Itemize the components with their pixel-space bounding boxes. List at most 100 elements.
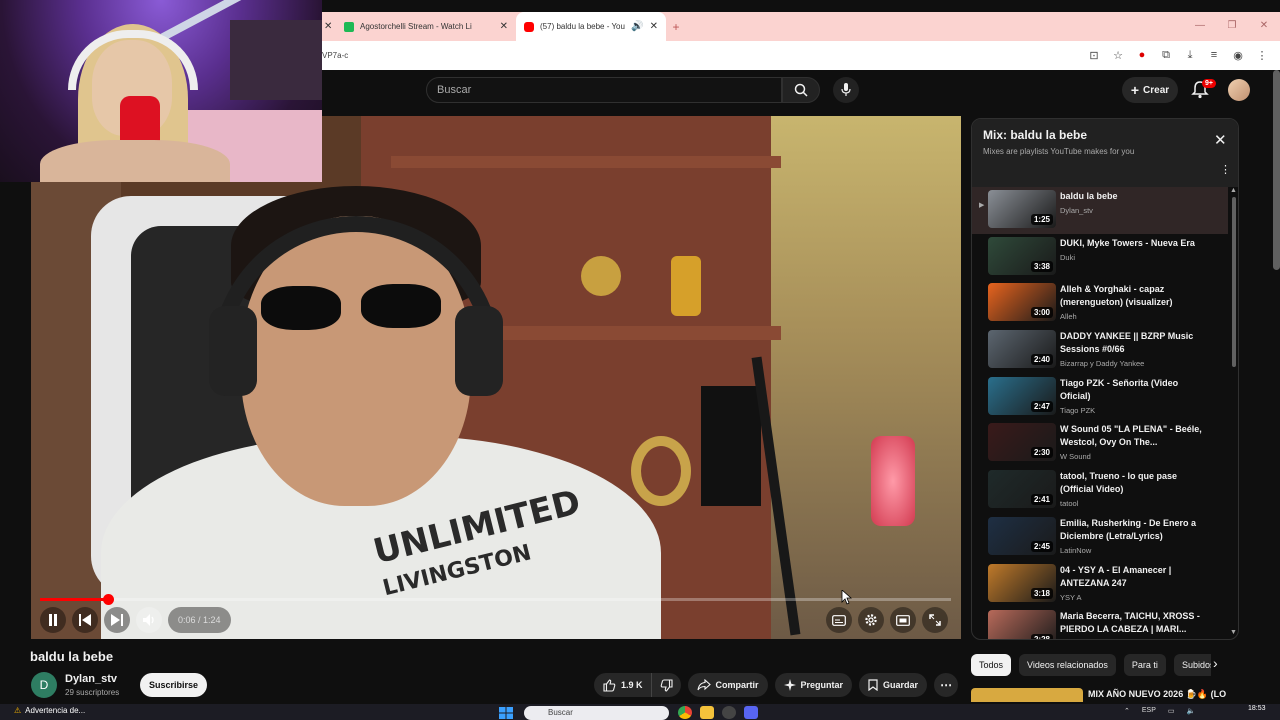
close-icon[interactable]: ✕	[1214, 133, 1227, 148]
filter-chip[interactable]: Subidos	[1173, 654, 1211, 676]
mix-item-thumbnail[interactable]: 2:47	[988, 376, 1056, 415]
mix-item-title[interactable]: DUKI, Myke Towers - Nueva Era	[1060, 237, 1210, 250]
filter-chip[interactable]: Todos	[971, 654, 1012, 676]
obs-icon[interactable]	[722, 706, 736, 719]
windows-start-icon[interactable]	[499, 707, 513, 719]
mix-item[interactable]: ▶ 1:25 baldu la bebe Dylan_stv	[972, 187, 1228, 234]
tab-agostorchelli[interactable]: Agostorchelli Stream - Watch Li ✕	[336, 12, 516, 41]
mix-item-title[interactable]: baldu la bebe	[1060, 190, 1210, 203]
save-button[interactable]: Guardar	[859, 673, 928, 697]
page-scrollbar[interactable]	[1273, 70, 1280, 270]
create-button[interactable]: + Crear	[1122, 77, 1178, 103]
subscribe-button[interactable]: Suscribirse	[140, 673, 207, 697]
menu-kebab-icon[interactable]: ⋮	[1250, 49, 1274, 62]
mix-item[interactable]: 2:30 W Sound 05 "LA PLENA" - Beéle, Westc…	[972, 420, 1228, 467]
mix-item[interactable]: 3:18 04 - YSY A - El Amanecer | ANTEZANA …	[972, 561, 1228, 608]
mix-item[interactable]: 2:40 DADDY YANKEE || BZRP Music Sessions …	[972, 327, 1228, 374]
subtitles-button[interactable]	[826, 607, 852, 633]
sound-icon[interactable]: 🔈	[1187, 707, 1196, 715]
chevron-up-icon[interactable]: ⌃	[1124, 707, 1130, 715]
mix-item-thumbnail[interactable]: 2:30	[988, 423, 1056, 462]
mix-item[interactable]: 2:41 tatool, Trueno - lo que pase (Offici…	[972, 467, 1228, 514]
like-button[interactable]: 1.9 K	[594, 673, 651, 697]
close-icon[interactable]: ✕	[650, 21, 658, 32]
related-video-title[interactable]: MIX AÑO NUEVO 2026 🍺🔥 (LO	[1088, 689, 1226, 700]
theater-mode-button[interactable]	[890, 607, 916, 633]
url-text[interactable]: VP7a-c	[322, 51, 1082, 60]
ask-button[interactable]: Preguntar	[774, 673, 853, 697]
chrome-icon[interactable]	[678, 706, 692, 719]
minimize-icon[interactable]: —	[1184, 12, 1216, 41]
new-tab-button[interactable]: +	[666, 20, 686, 34]
video-player[interactable]: UNLIMITED LIVINGSTON	[31, 116, 961, 639]
mix-item-thumbnail[interactable]: 2:40	[988, 330, 1056, 369]
mix-item[interactable]: 2:45 Emilia, Rusherking - De Enero a Dici…	[972, 514, 1228, 561]
mix-item-thumbnail[interactable]: 1:25	[988, 190, 1056, 228]
taskbar-clock[interactable]: 18:53	[1248, 705, 1266, 712]
mix-item-title[interactable]: Emilia, Rusherking - De Enero a Diciembr…	[1060, 517, 1210, 543]
channel-avatar[interactable]: D	[31, 672, 57, 698]
mix-item-thumbnail[interactable]: 3:00	[988, 283, 1056, 322]
file-explorer-icon[interactable]	[700, 706, 714, 719]
network-icon[interactable]: ▭	[1168, 707, 1175, 715]
mix-item[interactable]: 2:47 Tiago PZK - Señorita (Video Oficial)…	[972, 374, 1228, 421]
pause-button[interactable]	[40, 607, 66, 633]
filter-chip[interactable]: Para ti	[1123, 654, 1166, 676]
tab-youtube[interactable]: (57) baldu la bebe - YouTub 🔊 ✕	[516, 12, 666, 41]
mix-item-title[interactable]: Maria Becerra, TAICHU, XROSS - PIERDO LA…	[1060, 610, 1210, 636]
share-button[interactable]: Compartir	[687, 673, 768, 697]
chevron-right-icon[interactable]: ›	[1213, 655, 1218, 671]
mix-item-thumbnail[interactable]: 2:41	[988, 470, 1056, 509]
mix-item-title[interactable]: DADDY YANKEE || BZRP Music Sessions #0/6…	[1060, 330, 1210, 356]
tab-close-icon[interactable]: ✕	[322, 12, 336, 41]
account-avatar[interactable]	[1228, 79, 1250, 101]
mix-item[interactable]: 2:28 Maria Becerra, TAICHU, XROSS - PIERD…	[972, 607, 1228, 639]
mix-scroll-thumb[interactable]	[1232, 197, 1236, 367]
related-video-item[interactable]: MIX AÑO NUEVO 2026 🍺🔥 (LO	[971, 688, 1239, 702]
close-icon[interactable]: ✕	[500, 21, 508, 32]
discord-icon[interactable]	[744, 706, 758, 719]
search-input[interactable]: Buscar	[426, 77, 782, 103]
fullscreen-button[interactable]	[922, 607, 948, 633]
scroll-down-icon[interactable]: ▼	[1230, 629, 1237, 636]
mix-item-title[interactable]: 04 - YSY A - El Amanecer | ANTEZANA 247	[1060, 564, 1210, 590]
voice-search-button[interactable]	[833, 77, 859, 103]
mix-item-title[interactable]: W Sound 05 "LA PLENA" - Beéle, Westcol, …	[1060, 423, 1210, 449]
install-icon[interactable]: ⊡	[1082, 49, 1106, 62]
volume-button[interactable]	[136, 607, 162, 633]
mix-item[interactable]: 3:38 DUKI, Myke Towers - Nueva Era Duki	[972, 234, 1228, 281]
mix-scrollbar[interactable]: ▲ ▼	[1230, 187, 1238, 639]
mix-item-thumbnail[interactable]: 2:28	[988, 610, 1056, 639]
related-video-thumbnail[interactable]	[971, 688, 1083, 702]
mix-item-thumbnail[interactable]: 2:45	[988, 516, 1056, 555]
close-window-icon[interactable]: ✕	[1248, 12, 1280, 41]
playlist-icon[interactable]: ≡	[1202, 49, 1226, 62]
mix-item-thumbnail[interactable]: 3:18	[988, 563, 1056, 602]
speaker-icon[interactable]: 🔊	[631, 21, 643, 32]
mix-item-title[interactable]: Alleh & Yorghaki - capaz (merengueton) (…	[1060, 283, 1210, 309]
scroll-up-icon[interactable]: ▲	[1230, 187, 1237, 194]
settings-button[interactable]	[858, 607, 884, 633]
opera-icon[interactable]: ●	[1130, 49, 1154, 62]
download-icon[interactable]: ⤓	[1178, 49, 1202, 62]
more-vertical-icon[interactable]: ⋮	[1220, 163, 1231, 176]
filter-chip[interactable]: Videos relacionados	[1019, 654, 1116, 676]
taskbar-notification[interactable]: ⚠ Advertencia de...	[14, 706, 85, 715]
more-actions-button[interactable]: ⋯	[934, 673, 959, 697]
profile-icon[interactable]: ◉	[1226, 49, 1250, 62]
bookmark-star-icon[interactable]: ☆	[1106, 49, 1130, 62]
search-button[interactable]	[782, 77, 820, 103]
maximize-icon[interactable]: ❐	[1216, 12, 1248, 41]
previous-button[interactable]	[72, 607, 98, 633]
extensions-icon[interactable]: ⧉	[1154, 49, 1178, 62]
mix-item-title[interactable]: tatool, Trueno - lo que pase (Official V…	[1060, 470, 1210, 496]
video-progress-bar[interactable]	[40, 594, 951, 605]
taskbar-search-input[interactable]: Buscar	[524, 706, 669, 720]
mix-item[interactable]: 3:00 Alleh & Yorghaki - capaz (merengueto…	[972, 280, 1228, 327]
mix-item-title[interactable]: Tiago PZK - Señorita (Video Oficial)	[1060, 377, 1210, 403]
channel-name[interactable]: Dylan_stv	[65, 673, 117, 685]
next-button[interactable]	[104, 607, 130, 633]
mix-item-thumbnail[interactable]: 3:38	[988, 236, 1056, 275]
dislike-button[interactable]	[650, 673, 681, 697]
language-indicator[interactable]: ESP	[1142, 707, 1156, 715]
